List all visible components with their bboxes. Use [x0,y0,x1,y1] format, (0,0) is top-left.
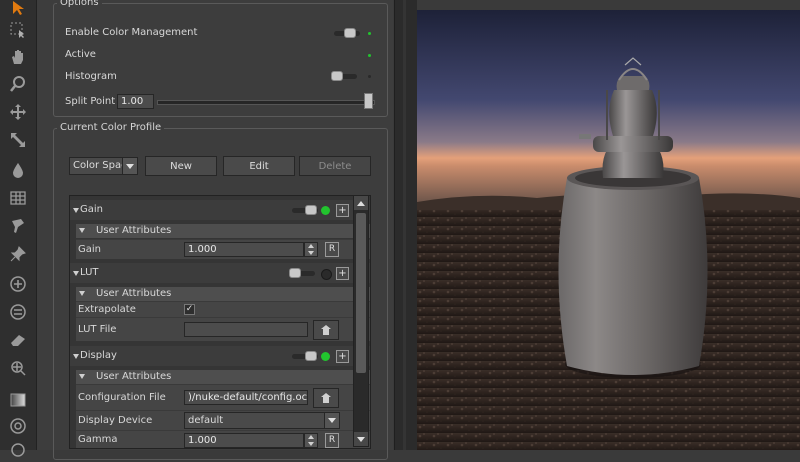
expand-arrow-icon[interactable] [79,291,85,296]
expand-arrow-icon[interactable] [79,228,85,233]
render-viewer[interactable] [417,10,800,450]
enable-color-management-toggle[interactable] [334,28,360,38]
display-add-button[interactable]: + [336,350,349,363]
eraser-icon[interactable] [6,328,30,352]
sparkle-icon[interactable] [6,356,30,380]
active-label: Active [65,49,96,60]
lut-file-row: LUT File [76,317,370,341]
folder-icon [321,393,331,403]
color-space-select-value: Color Spac [73,160,127,171]
config-file-field[interactable]: )/nuke-default/config.ocio [184,390,308,405]
equal-circle-icon[interactable] [6,300,30,324]
lut-section-name: LUT [80,267,99,278]
target-icon[interactable] [6,414,30,438]
expand-arrow-icon[interactable] [73,354,79,359]
gain-section-name: Gain [80,204,103,215]
histogram-status-dot [368,75,371,78]
display-device-value: default [188,415,224,426]
extrapolate-checkbox[interactable]: ✓ [184,304,195,315]
gamma-reset-button[interactable]: R [325,433,339,448]
color-space-select[interactable]: Color Spac [69,157,138,175]
bottom-icon[interactable] [6,438,30,462]
scroll-up-arrow-icon[interactable] [354,196,368,210]
split-point-field[interactable]: 1.00 [117,94,154,109]
pan-hand-icon[interactable] [6,45,30,69]
extrapolate-row: Extrapolate ✓ [76,301,370,317]
gain-add-button[interactable]: + [336,204,349,217]
expand-arrow-icon[interactable] [73,271,79,276]
gamma-field[interactable]: 1.000 [184,433,304,448]
lut-file-browse-button[interactable] [313,320,339,340]
display-device-row: Display Device default [76,410,370,430]
gain-field[interactable]: 1.000 [184,242,304,257]
expand-arrow-icon[interactable] [73,208,79,213]
enable-status-dot [368,32,371,35]
gamma-row: Gamma 1.000 R [76,430,370,448]
move-icon[interactable] [6,100,30,124]
gamma-spinner[interactable] [304,433,318,448]
gain-user-attributes-header[interactable]: User Attributes [76,224,370,238]
gain-status-dot [321,206,330,215]
extrapolate-label: Extrapolate [78,304,136,315]
lut-enable-toggle[interactable] [289,268,315,278]
zoom-icon[interactable] [6,72,30,96]
marquee-select-icon[interactable] [6,18,30,42]
split-point-slider-track[interactable] [157,100,375,105]
display-device-label: Display Device [78,415,153,426]
lut-file-label: LUT File [78,324,117,335]
gamma-label: Gamma [78,434,118,445]
gain-user-attributes-label: User Attributes [96,225,172,236]
chevron-down-icon [122,158,137,174]
pin-icon[interactable] [6,242,30,266]
new-button[interactable]: New [145,156,217,176]
gain-reset-button[interactable]: R [325,242,339,257]
scene-render [417,10,800,450]
gradient-icon[interactable] [6,388,30,412]
color-chain-list: Gain + User Attributes Gain 1.000 R LUT … [69,195,371,449]
display-device-select[interactable]: default [184,412,340,429]
lut-file-field[interactable] [184,322,308,337]
display-user-attributes-header[interactable]: User Attributes [76,370,370,384]
color-management-panel: Options Enable Color Management Active H… [37,0,393,460]
display-enable-toggle[interactable] [292,351,318,361]
histogram-label: Histogram [65,71,117,82]
tool-sidebar [0,0,37,457]
gain-spinner[interactable] [304,242,318,257]
lut-status-dot [321,269,332,280]
config-file-label: Configuration File [78,392,166,403]
paint-icon[interactable] [6,214,30,238]
options-title: Options [57,0,102,8]
scroll-down-arrow-icon[interactable] [354,432,368,446]
grid-icon[interactable] [6,186,30,210]
scroll-thumb[interactable] [356,213,366,373]
select-arrow-icon[interactable] [6,0,30,20]
histogram-toggle[interactable] [331,71,357,81]
chevron-down-icon [324,413,339,428]
split-point-slider-handle[interactable] [364,93,373,109]
panel-splitter[interactable] [394,0,417,450]
list-scrollbar[interactable] [353,195,369,447]
display-status-dot [321,352,330,361]
delete-button[interactable]: Delete [299,156,371,176]
edit-button[interactable]: Edit [223,156,295,176]
gain-label: Gain [78,244,101,255]
gain-enable-toggle[interactable] [292,205,318,215]
config-file-browse-button[interactable] [313,388,339,408]
display-section-name: Display [80,350,117,361]
lut-user-attributes-label: User Attributes [96,288,172,299]
config-file-row: Configuration File )/nuke-default/config… [76,384,370,410]
display-user-attributes-label: User Attributes [96,371,172,382]
enable-color-management-label: Enable Color Management [65,27,198,38]
lut-add-button[interactable]: + [336,267,349,280]
add-circle-icon[interactable] [6,272,30,296]
expand-arrow-icon[interactable] [79,374,85,379]
drop-icon[interactable] [6,158,30,182]
gain-row: Gain 1.000 R [76,239,370,259]
folder-icon [321,325,331,335]
lut-user-attributes-header[interactable]: User Attributes [76,287,370,301]
active-status-dot [368,54,371,57]
color-profile-title: Current Color Profile [57,122,165,133]
scale-icon[interactable] [6,128,30,152]
split-point-label: Split Point [65,96,116,107]
